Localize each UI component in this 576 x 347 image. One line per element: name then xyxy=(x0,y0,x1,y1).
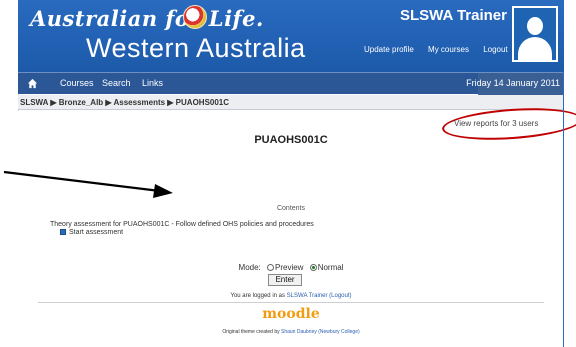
main-content: View reports for 3 users PUAOHS001C Cont… xyxy=(18,104,576,347)
preview-radio[interactable] xyxy=(267,264,274,272)
view-reports-link[interactable]: View reports for 3 users xyxy=(454,119,538,128)
page-right-border xyxy=(563,72,564,347)
preview-radio-label[interactable]: Preview xyxy=(275,263,303,272)
start-assessment-row[interactable]: Start assessment xyxy=(60,229,123,236)
mode-selector: Mode: Preview Normal xyxy=(18,263,564,272)
login-user-link[interactable]: SLSWA Trainer xyxy=(287,293,328,299)
brand-state-name: Western Australia xyxy=(86,33,306,63)
start-assessment-icon xyxy=(60,229,66,236)
assessment-description: Theory assessment for PUAOHS001C - Follo… xyxy=(50,221,314,228)
avatar-head xyxy=(527,17,543,35)
header-links: Update profile My courses Logout xyxy=(364,45,520,54)
nav-date: Friday 14 January 2011 xyxy=(466,78,560,88)
normal-radio[interactable] xyxy=(309,264,317,272)
enter-button[interactable]: Enter xyxy=(268,274,302,286)
nav-item-courses[interactable]: Courses xyxy=(60,78,94,88)
contents-heading: Contents xyxy=(276,205,306,212)
home-icon[interactable] xyxy=(27,78,38,89)
theme-credit-prefix: Original theme created by xyxy=(222,329,280,335)
update-profile-link[interactable]: Update profile xyxy=(364,45,414,54)
breadcrumb[interactable]: SLSWA ▶ Bronze_Alb ▶ Assessments ▶ PUAOH… xyxy=(20,98,229,107)
normal-radio-label[interactable]: Normal xyxy=(318,263,344,272)
nav-item-links[interactable]: Links xyxy=(142,78,163,88)
logout-link[interactable]: Logout xyxy=(483,45,507,54)
moodle-logo[interactable]: moodle xyxy=(18,306,564,322)
mode-label: Mode: xyxy=(238,263,261,272)
breadcrumb-bar: SLSWA ▶ Bronze_Alb ▶ Assessments ▶ PUAOH… xyxy=(18,95,564,110)
footer-logout-link[interactable]: (Logout) xyxy=(329,293,351,299)
nav-item-search[interactable]: Search xyxy=(102,78,131,88)
theme-credit: Original theme created by Shaun Daubney … xyxy=(18,329,564,335)
brand-tagline: Australian for Life. xyxy=(30,6,264,31)
seal-icon xyxy=(183,5,207,29)
nav-bar: Courses Search Links Friday 14 January 2… xyxy=(18,72,564,95)
login-info: You are logged in as SLSWA Trainer (Logo… xyxy=(18,293,564,299)
screenshot-frame: Australian for Life. Western Australia S… xyxy=(0,0,576,347)
footer-divider xyxy=(38,302,544,303)
avatar-body xyxy=(518,37,552,60)
page-title: PUAOHS001C xyxy=(254,134,328,146)
site-header: Australian for Life. Western Australia S… xyxy=(18,0,564,72)
site-title: SLSWA Trainer xyxy=(400,7,507,24)
theme-author-link[interactable]: Shaun Daubney (Newbury College) xyxy=(281,329,360,335)
my-courses-link[interactable]: My courses xyxy=(428,45,469,54)
login-prefix: You are logged in as xyxy=(230,293,286,299)
avatar-icon[interactable] xyxy=(512,6,558,62)
start-assessment-link[interactable]: Start assessment xyxy=(69,229,123,236)
